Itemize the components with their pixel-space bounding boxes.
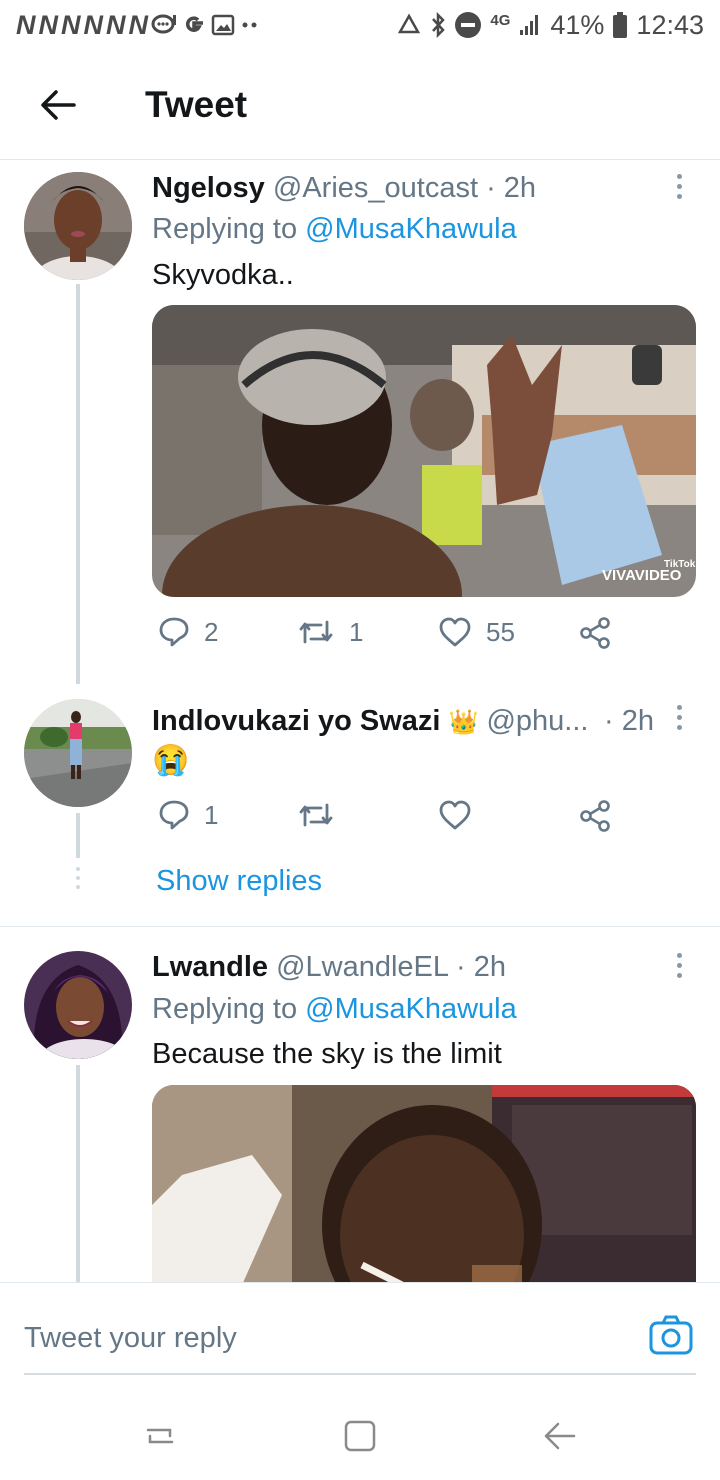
display-name[interactable]: Indlovukazi yo Swazi	[152, 705, 440, 737]
back-nav-button[interactable]	[536, 1412, 584, 1460]
reply-icon	[159, 617, 189, 647]
google-icon	[181, 12, 207, 38]
notification-icon: N	[16, 9, 35, 40]
replying-to: Replying to @MusaKhawula	[152, 213, 517, 246]
reply-count: 1	[204, 799, 219, 830]
more-options-button[interactable]	[664, 697, 694, 737]
battery-percent: 41%	[550, 9, 605, 40]
reply-button[interactable]: 2	[158, 616, 218, 648]
retweet-count: 1	[349, 616, 364, 647]
bluetooth-icon	[430, 12, 446, 38]
display-name[interactable]: Lwandle	[152, 951, 268, 983]
system-indicators: 4G 41% 12:43	[396, 10, 704, 41]
crown-emoji: 👑	[448, 709, 479, 736]
notification-icons: N N N N N N	[16, 10, 261, 41]
clock: 12:43	[636, 9, 704, 40]
tweet-text: 😭	[152, 744, 190, 777]
thread-more-dots	[76, 867, 80, 889]
share-icon	[580, 617, 610, 649]
avatar[interactable]	[24, 951, 132, 1059]
battery-icon	[612, 11, 628, 39]
more-options-button[interactable]	[664, 945, 694, 985]
avatar[interactable]	[24, 699, 132, 807]
replying-to-prefix: Replying to	[152, 993, 306, 1025]
replying-to-prefix: Replying to	[152, 213, 306, 245]
handle[interactable]: @Aries_outcast	[273, 172, 478, 204]
home-icon	[344, 1420, 376, 1452]
camera-button[interactable]	[648, 1313, 694, 1359]
top-app-bar: Tweet	[0, 50, 720, 160]
reply-input[interactable]	[24, 1317, 624, 1359]
thread-line	[76, 1065, 80, 1282]
home-button[interactable]	[336, 1412, 384, 1460]
tweet-header: Lwandle @LwandleEL · 2h	[152, 951, 506, 984]
reply-icon	[159, 800, 189, 830]
gallery-icon	[211, 14, 235, 36]
retweet-icon	[299, 620, 333, 644]
dots-icon	[239, 20, 261, 30]
page-title: Tweet	[145, 84, 248, 125]
tweet-text: Because the sky is the limit	[152, 1038, 502, 1070]
tweet[interactable]: Indlovukazi yo Swazi 👑 @phu... · 2h 😭 1 …	[0, 685, 720, 925]
camera-icon	[649, 1315, 693, 1355]
notification-icon: N	[83, 9, 103, 40]
back-button[interactable]	[30, 80, 86, 130]
like-count: 55	[486, 616, 515, 647]
show-replies-link[interactable]: Show replies	[156, 865, 322, 898]
notification-icon: N	[61, 9, 80, 40]
tweet-actions: 2 1 55	[152, 616, 652, 656]
reply-button[interactable]: 1	[158, 799, 218, 831]
tiktok-watermark: TikTok	[664, 559, 696, 570]
do-not-disturb-icon	[454, 11, 482, 39]
network-type: 4G	[490, 11, 511, 29]
thread-line	[76, 284, 80, 684]
tweet-media-image[interactable]	[152, 1085, 696, 1282]
share-button[interactable]	[578, 616, 612, 650]
retweet-button[interactable]	[297, 799, 349, 831]
tweet[interactable]: Ngelosy @Aries_outcast · 2h Replying to …	[0, 160, 720, 685]
timestamp: · 2h	[486, 172, 537, 204]
heart-icon	[439, 800, 471, 830]
notification-icon: N	[106, 9, 125, 40]
replying-to: Replying to @MusaKhawula	[152, 993, 517, 1026]
notification-icon: N	[128, 9, 148, 40]
timestamp: · 2h	[456, 951, 506, 983]
heart-icon	[439, 617, 471, 647]
reply-composer	[0, 1282, 720, 1392]
avatar[interactable]	[24, 172, 132, 280]
input-underline	[24, 1373, 696, 1375]
handle[interactable]: @LwandleEL	[276, 951, 448, 983]
tweet[interactable]: Lwandle @LwandleEL · 2h Replying to @Mus…	[0, 927, 720, 1282]
recents-icon	[146, 1428, 174, 1444]
handle[interactable]: @phu...	[486, 705, 588, 737]
tweet-header: Ngelosy @Aries_outcast · 2h	[152, 172, 536, 205]
reply-count: 2	[204, 616, 219, 647]
arrow-left-icon	[41, 90, 76, 120]
status-bar: N N N N N N 4G 41% 12:43	[0, 0, 720, 50]
tweet-media-video[interactable]: VIVAVIDEO TikTok	[152, 305, 696, 597]
retweet-button[interactable]: 1	[297, 616, 363, 648]
signal-icon	[518, 13, 542, 37]
reply-mention-link[interactable]: @MusaKhawula	[305, 993, 517, 1025]
like-button[interactable]	[438, 799, 486, 831]
notification-icon: N	[38, 9, 58, 40]
recycle-icon	[396, 13, 422, 37]
recents-button[interactable]	[136, 1412, 184, 1460]
back-icon	[544, 1422, 576, 1450]
tweet-text: Skyvodka..	[152, 259, 294, 291]
system-nav-bar	[0, 1392, 720, 1480]
thread-line	[76, 813, 80, 858]
like-button[interactable]: 55	[438, 616, 515, 648]
reply-mention-link[interactable]: @MusaKhawula	[305, 213, 517, 245]
display-name[interactable]: Ngelosy	[152, 172, 265, 204]
tweet-header: Indlovukazi yo Swazi 👑 @phu...	[152, 705, 588, 738]
retweet-icon	[299, 803, 333, 827]
chat-icon	[151, 13, 177, 37]
more-options-button[interactable]	[664, 166, 694, 206]
share-button[interactable]	[578, 799, 612, 833]
share-icon	[580, 800, 610, 832]
timestamp: · 2h	[604, 705, 654, 737]
tweet-actions: 1	[152, 799, 652, 839]
